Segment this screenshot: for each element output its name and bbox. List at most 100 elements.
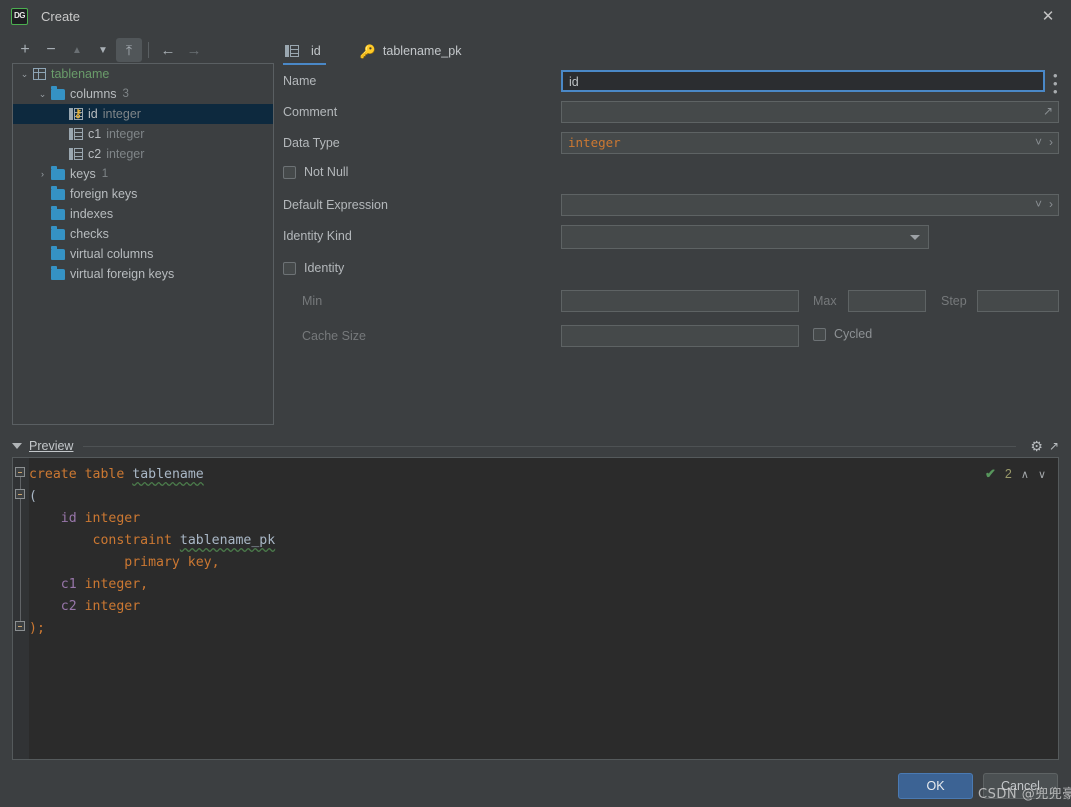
inspection-count: 2 xyxy=(1004,467,1012,481)
folder-icon xyxy=(51,206,65,220)
name-input[interactable]: id xyxy=(561,70,1045,92)
divider xyxy=(83,445,1017,447)
open-external-icon[interactable]: ↗ xyxy=(1049,439,1059,453)
tree-row[interactable]: virtual foreign keys xyxy=(13,264,273,284)
move-down-button[interactable]: ▼ xyxy=(90,38,116,62)
expand-icon[interactable]: ↗ xyxy=(1043,104,1053,118)
remove-button[interactable]: − xyxy=(38,38,64,62)
sql-preview-editor[interactable]: create table tablename ( id integer cons… xyxy=(12,457,1059,760)
name-input-value: id xyxy=(569,75,579,89)
default-expression-label: Default Expression xyxy=(283,198,388,212)
identity-kind-select[interactable] xyxy=(561,225,929,249)
ok-button[interactable]: OK xyxy=(898,773,973,799)
collapse-triangle-icon[interactable] xyxy=(12,443,22,449)
sql-paren: ); xyxy=(29,621,45,636)
tree-row-label: c2 xyxy=(88,147,102,161)
min-max-step-row: Min Max Step xyxy=(283,288,1059,323)
chevron-right-icon[interactable]: › xyxy=(1049,135,1053,149)
sql-keyword: constraint xyxy=(92,533,172,548)
chevron-down-icon xyxy=(910,235,920,240)
preview-title: Preview xyxy=(29,439,74,453)
tree-row[interactable]: ⌄ tablename xyxy=(13,64,273,84)
move-to-top-button[interactable]: ⤒ xyxy=(116,38,142,62)
inspection-prev-icon[interactable]: ∧ xyxy=(1021,468,1029,481)
default-expression-input[interactable]: ˅ › xyxy=(561,194,1059,216)
data-type-input[interactable]: integer ˅ › xyxy=(561,132,1059,154)
fold-marker[interactable] xyxy=(15,467,25,477)
tree-row[interactable]: ⌄ columns 3 xyxy=(13,84,273,104)
tree-row-label: columns xyxy=(70,87,117,101)
object-tree[interactable]: ⌄ tablename ⌄ columns 3 ⚷ id integer c1 integer… xyxy=(12,63,274,425)
tree-row-type: integer xyxy=(106,147,145,161)
gear-icon[interactable]: ⚙ xyxy=(1030,438,1043,455)
sql-column: id xyxy=(60,511,77,526)
tab-id[interactable]: id xyxy=(283,37,334,65)
sql-column: c1 xyxy=(60,577,77,592)
chevron-right-icon[interactable]: › xyxy=(37,169,48,180)
checkbox-box xyxy=(283,261,296,275)
tree-row[interactable]: ⚷ id integer xyxy=(13,104,273,124)
tree-row-type: integer xyxy=(102,107,141,121)
cycled-checkbox[interactable]: Cycled xyxy=(813,327,872,341)
fold-marker[interactable] xyxy=(15,621,25,631)
chevron-down-icon[interactable]: ˅ xyxy=(1035,197,1042,211)
sql-type: integer, xyxy=(84,577,149,592)
chevron-down-icon[interactable]: ⌄ xyxy=(19,69,30,80)
tree-row[interactable]: indexes xyxy=(13,204,273,224)
tab-tablename-pk[interactable]: 🔑 tablename_pk xyxy=(358,37,475,65)
cache-size-label: Cache Size xyxy=(302,329,366,343)
close-icon[interactable]: ✕ xyxy=(1025,0,1071,32)
min-input[interactable] xyxy=(561,290,799,312)
cache-size-input[interactable] xyxy=(561,325,799,347)
key-icon: 🔑 xyxy=(359,43,376,59)
chevron-down-icon[interactable]: ⌄ xyxy=(37,89,48,100)
max-input[interactable] xyxy=(848,290,926,312)
tree-row[interactable]: checks xyxy=(13,224,273,244)
inspection-next-icon[interactable]: ∨ xyxy=(1038,468,1046,481)
create-table-dialog: DG Create ✕ + − ▲ ▼ ⤒ ← → ⌄ tablename ⌄ col… xyxy=(0,0,1071,807)
identity-checkbox[interactable]: Identity xyxy=(283,261,344,275)
more-vertical-icon[interactable]: • • • xyxy=(1053,69,1058,98)
tree-row-count: 3 xyxy=(122,88,129,100)
add-button[interactable]: + xyxy=(12,38,38,62)
chevron-down-icon[interactable]: ˅ xyxy=(1035,135,1042,149)
window-title: Create xyxy=(41,8,81,24)
column-icon xyxy=(69,128,83,140)
step-input[interactable] xyxy=(977,290,1059,312)
cycled-label: Cycled xyxy=(834,327,873,341)
datagrip-logo-icon: DG xyxy=(11,7,28,25)
identity-kind-row: Identity Kind xyxy=(283,223,1059,257)
fold-marker[interactable] xyxy=(15,489,25,499)
comment-input[interactable]: ↗ xyxy=(561,101,1059,123)
max-label: Max xyxy=(813,294,837,308)
column-icon xyxy=(69,148,83,160)
cancel-button[interactable]: Cancel xyxy=(983,773,1058,799)
tree-row[interactable]: virtual columns xyxy=(13,244,273,264)
inspection-widget[interactable]: ✔ 2 ∧ ∨ xyxy=(985,466,1046,482)
tree-row[interactable]: foreign keys xyxy=(13,184,273,204)
move-up-button[interactable]: ▲ xyxy=(64,38,90,62)
identity-row: Identity xyxy=(283,257,1059,288)
sql-identifier: tablename_pk xyxy=(179,533,276,548)
tree-row[interactable]: › keys 1 xyxy=(13,164,273,184)
folder-icon xyxy=(51,166,65,180)
tree-row[interactable]: c1 integer xyxy=(13,124,273,144)
forward-button[interactable]: → xyxy=(181,38,207,62)
sql-code: create table tablename ( id integer cons… xyxy=(29,464,1058,759)
tree-row[interactable]: c2 integer xyxy=(13,144,273,164)
tree-row-label: keys xyxy=(70,167,96,181)
chevron-right-icon[interactable]: › xyxy=(1049,197,1053,211)
tree-row-count: 1 xyxy=(101,168,109,180)
tree-row-label: id xyxy=(88,107,98,121)
tree-row-type: integer xyxy=(106,127,145,141)
sql-paren: ( xyxy=(29,489,37,504)
not-null-checkbox[interactable]: Not Null xyxy=(283,165,348,179)
checkbox-box xyxy=(283,165,296,179)
back-button[interactable]: ← xyxy=(155,38,181,62)
not-null-label: Not Null xyxy=(304,165,349,179)
